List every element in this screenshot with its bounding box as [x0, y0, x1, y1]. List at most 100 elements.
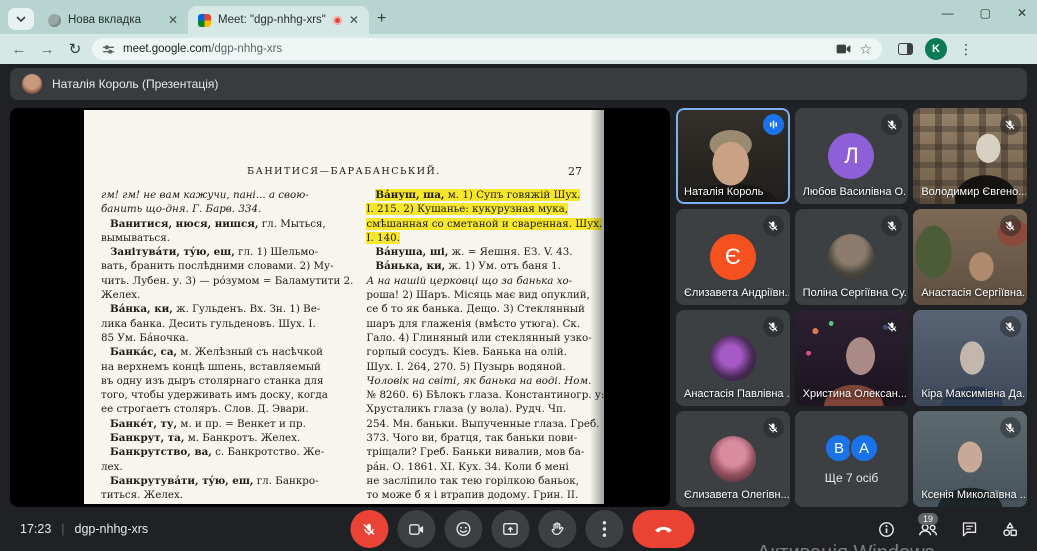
participant-tile[interactable]: ЛЛюбов Василівна О... [795, 108, 909, 204]
end-call-button[interactable] [632, 510, 694, 548]
tab-close-icon[interactable]: ✕ [349, 13, 359, 27]
tab-new-tab[interactable]: Нова вкладка ✕ [38, 6, 188, 34]
reactions-button[interactable] [444, 510, 482, 548]
participant-name: Володимир Євгено... [921, 186, 1026, 198]
speaking-indicator-icon [763, 114, 784, 135]
raise-hand-button[interactable] [538, 510, 576, 548]
doc-line: Вáнуш, ша, м. 1) Супъ говяжій Шух. [366, 188, 604, 202]
profile-avatar[interactable]: K [925, 38, 947, 60]
participant-tile[interactable]: Поліна Сергіївна Су... [795, 209, 909, 305]
doc-line: Банкрутство, ва, с. Банкротство. Же- [101, 445, 353, 459]
doc-line: тріщали? Греб. Баньки вивалив, мов ба- [366, 445, 604, 459]
overflow-avatars: ВА [824, 433, 879, 463]
doc-line: того, чтобы удерживать имъ доску, когда [101, 388, 353, 402]
doc-col-left: гм! гм! не вам кажучи, пані... а свою-ба… [101, 188, 353, 503]
tab-close-icon[interactable]: ✕ [168, 13, 178, 27]
doc-line: Вáнка, ки, ж. Гульденъ. Вх. Зн. 1) Ве- [101, 302, 353, 316]
activities-button[interactable] [1001, 521, 1019, 538]
participant-name: Анастасія Сергіївна... [921, 287, 1026, 299]
doc-line: А на нашій церковці що за банька хо- [366, 274, 604, 288]
participant-tile[interactable]: Володимир Євгено... [913, 108, 1027, 204]
chat-button[interactable] [961, 521, 978, 537]
tab-meet[interactable]: Meet: "dgp-nhhg-xrs" ✕ [188, 6, 369, 34]
doc-line: Чоловік на світі, як банька на воді. Ном… [366, 374, 604, 388]
doc-line: шаръ для глаженія (вмѣсто утюга). Ск. [366, 317, 604, 331]
doc-line: Банкрут, та, м. Банкротъ. Желех. [101, 431, 353, 445]
present-screen-button[interactable] [491, 510, 529, 548]
doc-line: Банкáс, са, м. Желѣзный съ насѣчкой [101, 345, 353, 359]
mic-muted-icon [1000, 417, 1021, 438]
doc-line: въ одну изъ дыръ столярнаго станка для [101, 374, 353, 388]
participant-tile[interactable]: Анастасія Сергіївна... [913, 209, 1027, 305]
back-button[interactable]: ← [8, 41, 30, 58]
participant-name: Ксенія Миколаївна ... [921, 489, 1026, 501]
tab-search-chevron-icon[interactable] [8, 8, 34, 30]
address-bar[interactable]: meet.google.com/dgp-nhhg-xrs ☆ [92, 38, 882, 60]
participant-tile[interactable]: ЄЄлизавета Андріївн... [676, 209, 790, 305]
mic-muted-icon [1000, 215, 1021, 236]
doc-line: 373. Чого ви, братця, так баньки пови- [366, 431, 604, 445]
doc-line: Ванитися, нюся, нишся, гл. Мыться, [101, 217, 353, 231]
doc-line: на верхнемъ концѣ шпень, вставляемый [101, 360, 353, 374]
doc-line: Банкéт, ту, м. и пр. = Венкет и пр. [101, 417, 353, 431]
people-button[interactable]: 19 [918, 522, 938, 537]
minimize-button[interactable]: — [942, 6, 954, 20]
mic-off-button[interactable] [350, 510, 388, 548]
avatar [710, 335, 756, 381]
browser-menu-icon[interactable]: ⋮ [959, 41, 973, 58]
mic-muted-icon [1000, 316, 1021, 337]
forward-button[interactable]: → [36, 41, 58, 58]
tab-title: Meet: "dgp-nhhg-xrs" [218, 14, 326, 26]
presenter-avatar [22, 74, 42, 94]
doc-page-number: 27 [568, 165, 582, 178]
site-settings-icon[interactable] [102, 43, 115, 56]
participant-tile[interactable]: Єлизавета Олегівн... [676, 411, 790, 507]
participant-name: Наталія Король [684, 186, 763, 198]
presenter-label: Наталія Король (Презентація) [52, 77, 218, 91]
browser-tab-strip: Нова вкладка ✕ Meet: "dgp-nhhg-xrs" ✕ + … [0, 0, 1037, 34]
people-count-badge: 19 [918, 513, 938, 525]
doc-line: рáн. О. 1861. XI. Кух. 34. Коли б мені [366, 460, 604, 474]
side-panel-icon[interactable] [898, 43, 913, 55]
new-tab-button[interactable]: + [377, 10, 386, 28]
participant-tile[interactable]: Наталія Король [676, 108, 790, 204]
mic-muted-icon [763, 316, 784, 337]
participant-grid: Наталія Король ЛЛюбов Василівна О... Волод… [676, 108, 1027, 507]
participant-name: Поліна Сергіївна Су... [803, 287, 908, 299]
recording-indicator-icon [333, 16, 342, 25]
close-window-button[interactable]: ✕ [1017, 6, 1027, 20]
reload-button[interactable]: ↻ [64, 40, 86, 58]
more-participants-tile[interactable]: ВАЩе 7 осіб [795, 411, 909, 507]
new-tab-favicon-icon [48, 14, 61, 27]
participant-name: Любов Василівна О... [803, 186, 908, 198]
meet-favicon-icon [198, 14, 211, 27]
doc-line: Вáнуша, ші, ж. = Яешня. ЕЗ. V. 43. [366, 245, 604, 259]
doc-line: ее строгаетъ столяръ. Слов. Д. Эвари. [101, 402, 353, 416]
presentation-stage[interactable]: БАНИТИСЯ—БАРАБАНСЬКИЙ. 27 гм! гм! не вам… [10, 108, 670, 507]
mic-muted-icon [763, 417, 784, 438]
doc-running-header: БАНИТИСЯ—БАРАБАНСЬКИЙ. 27 [84, 166, 604, 177]
url-text[interactable]: meet.google.com/dgp-nhhg-xrs [123, 43, 828, 55]
participant-tile[interactable]: Кіра Максимівна Да... [913, 310, 1027, 406]
avatar [828, 234, 874, 280]
window-controls: — ▢ ✕ [942, 6, 1027, 20]
doc-line: чить. Лубен. у. 3) — рóзумом = Баламутит… [101, 274, 353, 288]
participant-tile[interactable]: Христина Олексан... [795, 310, 909, 406]
chrome-actions: K ⋮ [898, 38, 973, 60]
meeting-details-button[interactable] [878, 521, 895, 538]
tab-capture-camera-icon[interactable] [836, 43, 851, 55]
participant-name: Христина Олексан... [803, 388, 907, 400]
doc-line: Шух. I. 264, 270. 5) Пузырь водяной. [366, 360, 604, 374]
maximize-button[interactable]: ▢ [980, 6, 991, 20]
meet-side-actions: 19 [878, 521, 1019, 538]
tab-title: Нова вкладка [68, 14, 161, 26]
clock-time: 17:23 [20, 522, 51, 536]
participant-tile[interactable]: Анастасія Павлівна ... [676, 310, 790, 406]
bookmark-star-icon[interactable]: ☆ [859, 41, 872, 58]
doc-line: Банкрутувáти, тýю, еш, гл. Банкро- [101, 474, 353, 488]
more-options-button[interactable] [585, 510, 623, 548]
camera-button[interactable] [397, 510, 435, 548]
participant-video [676, 108, 790, 204]
participant-tile[interactable]: Ксенія Миколаївна ... [913, 411, 1027, 507]
doc-line: I. 140. [366, 231, 604, 245]
